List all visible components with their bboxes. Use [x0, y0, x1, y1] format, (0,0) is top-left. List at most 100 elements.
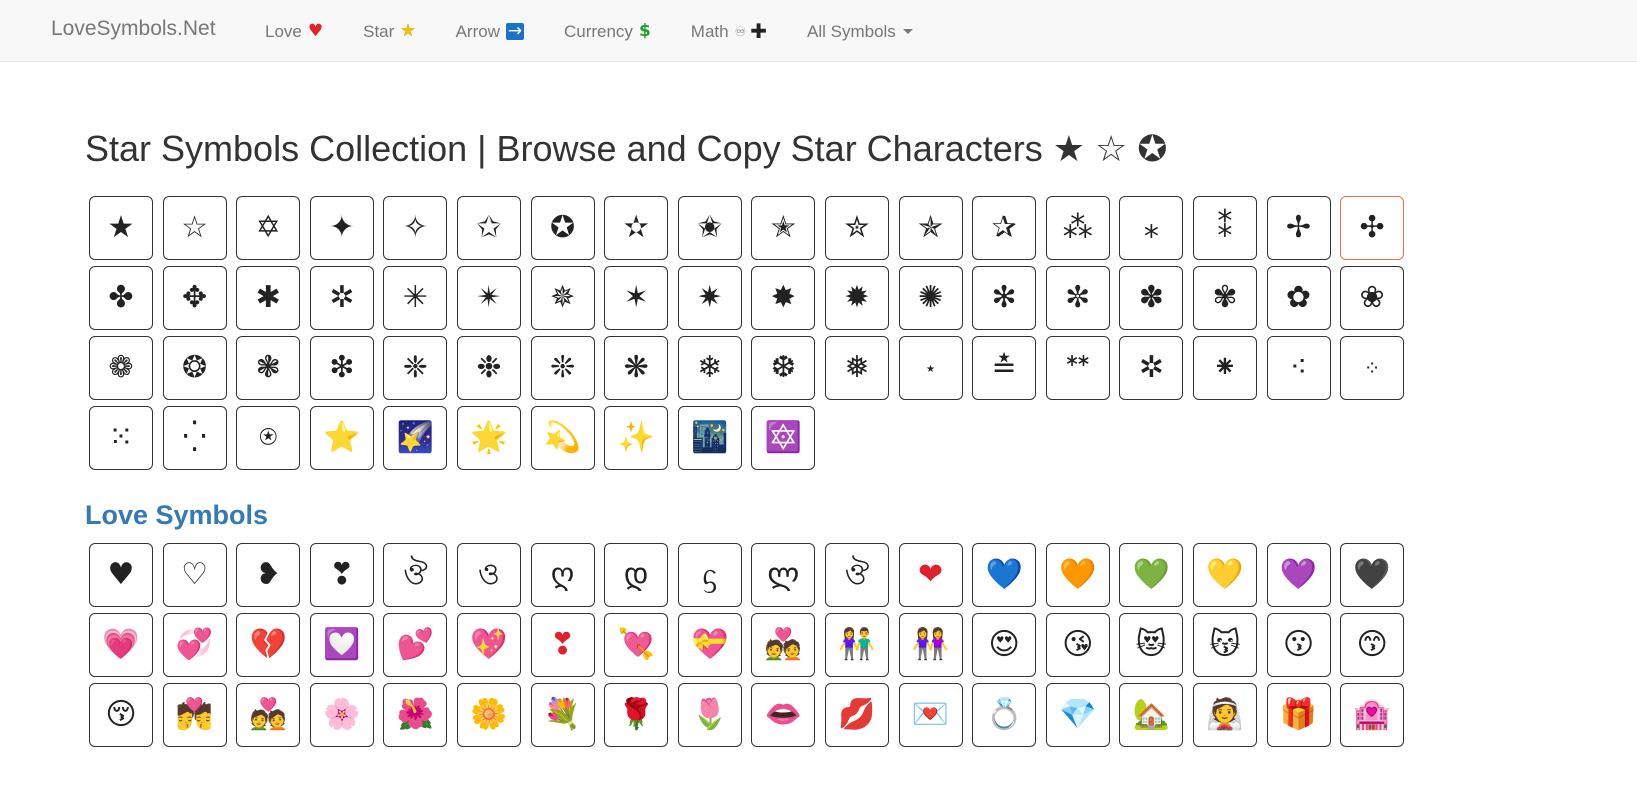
symbol-button[interactable]: 💝 — [677, 613, 742, 677]
symbol-button[interactable]: 💍 — [972, 683, 1037, 747]
symbol-button[interactable]: ✡ — [236, 196, 301, 260]
symbol-button[interactable]: ও — [456, 543, 521, 607]
symbol-button[interactable]: ❣ — [530, 613, 595, 677]
symbol-button[interactable]: ⁘ — [1340, 336, 1405, 400]
symbol-button[interactable]: ✲ — [309, 266, 374, 330]
symbol-button[interactable]: ⁎ — [1119, 196, 1184, 260]
symbol-button[interactable]: 😘 — [1045, 613, 1110, 677]
symbol-button[interactable]: ლ — [751, 543, 816, 607]
symbol-button[interactable]: ✵ — [530, 266, 595, 330]
symbol-button[interactable]: ⁙ — [89, 406, 153, 470]
symbol-button[interactable]: ✯ — [898, 196, 963, 260]
symbol-button[interactable]: 😻 — [1119, 613, 1184, 677]
symbol-button[interactable]: ❁ — [89, 336, 153, 400]
symbol-button[interactable]: ✱ — [236, 266, 301, 330]
love-symbols-heading[interactable]: Love Symbols — [85, 500, 268, 531]
symbol-button[interactable]: 😍 — [972, 613, 1037, 677]
symbol-button[interactable]: 💐 — [530, 683, 595, 747]
symbol-button[interactable]: 💖 — [456, 613, 521, 677]
symbol-button[interactable]: ❆ — [751, 336, 816, 400]
symbol-button[interactable]: ✺ — [898, 266, 963, 330]
symbol-button[interactable]: ✩ — [456, 196, 521, 260]
symbol-button[interactable]: 💕 — [383, 613, 448, 677]
symbol-button[interactable]: 💫 — [530, 406, 595, 470]
symbol-button[interactable]: 😚 — [89, 683, 153, 747]
symbol-button[interactable]: 🌸 — [309, 683, 374, 747]
symbol-button[interactable]: 🎁 — [1266, 683, 1331, 747]
symbol-button[interactable]: ✦ — [309, 196, 374, 260]
symbol-button[interactable]: ⋆ — [898, 336, 963, 400]
symbol-button[interactable]: 💋 — [824, 683, 889, 747]
symbol-button[interactable]: 💘 — [604, 613, 669, 677]
symbol-button[interactable]: 👄 — [751, 683, 816, 747]
symbol-button[interactable]: ❊ — [530, 336, 595, 400]
symbol-button[interactable]: 💔 — [236, 613, 301, 677]
symbol-button[interactable]: ✳ — [383, 266, 448, 330]
symbol-button[interactable]: ✴ — [456, 266, 521, 330]
symbol-button[interactable]: ⁕ — [1192, 336, 1257, 400]
symbol-button[interactable]: 💟 — [309, 613, 374, 677]
symbol-button[interactable]: ⁖ — [1266, 336, 1331, 400]
symbol-button[interactable]: დ — [604, 543, 669, 607]
symbol-button[interactable]: 🌃 — [677, 406, 742, 470]
symbol-button[interactable]: 💚 — [1119, 543, 1184, 607]
symbol-button[interactable]: ঔ — [383, 543, 448, 607]
symbol-button[interactable]: ♡ — [162, 543, 227, 607]
symbol-button[interactable]: 🏩 — [1340, 683, 1405, 747]
symbol-button[interactable]: ঔ — [824, 543, 889, 607]
symbol-button[interactable]: 🌠 — [383, 406, 448, 470]
symbol-button[interactable]: ⍟ — [236, 406, 301, 470]
symbol-button[interactable]: 😙 — [1340, 613, 1405, 677]
symbol-button[interactable]: ✲ — [1119, 336, 1184, 400]
symbol-button[interactable]: ⭐ — [309, 406, 374, 470]
symbol-button[interactable]: ❣ — [309, 543, 374, 607]
nav-link-math[interactable]: Math ♾ ✚ — [691, 19, 767, 44]
symbol-button[interactable]: ღ — [530, 543, 595, 607]
symbol-button[interactable]: ✰ — [972, 196, 1037, 260]
symbol-button[interactable]: 💞 — [162, 613, 227, 677]
symbol-button[interactable]: ✿ — [1266, 266, 1331, 330]
symbol-button[interactable]: ✣ — [1340, 196, 1405, 260]
symbol-button[interactable]: ✼ — [1045, 266, 1110, 330]
nav-link-arrow[interactable]: Arrow → — [456, 22, 524, 42]
symbol-button[interactable]: ☆ — [162, 196, 227, 260]
symbol-button[interactable]: ✹ — [824, 266, 889, 330]
symbol-button[interactable]: 💜 — [1266, 543, 1331, 607]
symbol-button[interactable]: ❉ — [456, 336, 521, 400]
nav-link-star[interactable]: Star ★ — [363, 22, 415, 42]
symbol-button[interactable]: 🌟 — [456, 406, 521, 470]
symbol-button[interactable]: ❄ — [677, 336, 742, 400]
symbol-button[interactable]: ❈ — [383, 336, 448, 400]
symbol-button[interactable]: 😽 — [1192, 613, 1257, 677]
symbol-button[interactable]: ♥ — [89, 543, 153, 607]
symbol-button[interactable]: ✷ — [677, 266, 742, 330]
symbol-button[interactable]: ❂ — [162, 336, 227, 400]
symbol-button[interactable]: 👰 — [1192, 683, 1257, 747]
symbol-button[interactable]: ✤ — [89, 266, 153, 330]
symbol-button[interactable]: ✪ — [530, 196, 595, 260]
brand-link[interactable]: LoveSymbols.Net — [51, 17, 216, 41]
symbol-button[interactable]: ❤ — [898, 543, 963, 607]
symbol-button[interactable]: 😗 — [1266, 613, 1331, 677]
symbol-button[interactable]: ✾ — [1192, 266, 1257, 330]
symbol-button[interactable]: 💑 — [236, 683, 301, 747]
symbol-button[interactable]: ✨ — [604, 406, 669, 470]
symbol-button[interactable]: 💌 — [898, 683, 963, 747]
symbol-button[interactable]: ⁛ — [162, 406, 227, 470]
symbol-button[interactable]: 💛 — [1192, 543, 1257, 607]
symbol-button[interactable]: ✸ — [751, 266, 816, 330]
symbol-button[interactable]: ✮ — [824, 196, 889, 260]
symbol-button[interactable]: ᦓ — [677, 543, 742, 607]
symbol-button[interactable]: ❃ — [236, 336, 301, 400]
symbol-button[interactable]: ⁂ — [1045, 196, 1110, 260]
nav-dropdown-all-symbols[interactable]: All Symbols — [807, 22, 913, 42]
symbol-button[interactable]: 💏 — [162, 683, 227, 747]
symbol-button[interactable]: ⁑ — [1192, 196, 1257, 260]
symbol-button[interactable]: ✽ — [1119, 266, 1184, 330]
symbol-button[interactable]: ✬ — [677, 196, 742, 260]
symbol-button[interactable]: ✥ — [162, 266, 227, 330]
symbol-button[interactable]: 💙 — [972, 543, 1037, 607]
symbol-button[interactable]: ✫ — [604, 196, 669, 260]
symbol-button[interactable]: 🔯 — [751, 406, 816, 470]
symbol-button[interactable]: ᕯ — [1045, 336, 1110, 400]
